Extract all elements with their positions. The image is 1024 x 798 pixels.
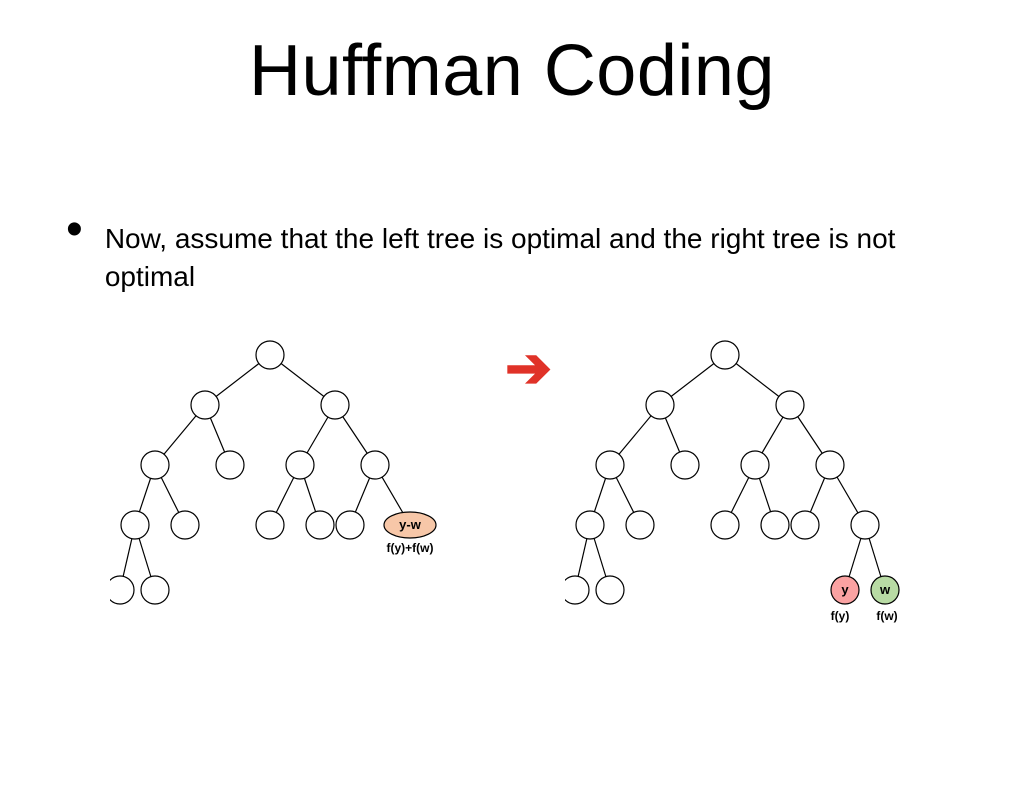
merged-node-label: y-w bbox=[399, 517, 422, 532]
bullet-marker: • bbox=[66, 220, 83, 239]
bullet-text: Now, assume that the left tree is optima… bbox=[105, 220, 964, 296]
right-tree: y f(y) w f(w) bbox=[565, 330, 925, 710]
w-node-sub: f(w) bbox=[876, 609, 897, 623]
merged-node-sub: f(y)+f(w) bbox=[387, 541, 434, 555]
left-tree: y-w f(y)+f(w) bbox=[110, 330, 470, 660]
y-node-label: y bbox=[841, 582, 849, 597]
bullet-item: • Now, assume that the left tree is opti… bbox=[66, 220, 964, 296]
page-title: Huffman Coding bbox=[0, 30, 1024, 112]
arrow-icon: ➔ bbox=[505, 335, 552, 401]
w-node-label: w bbox=[879, 582, 891, 597]
diagram-container: ➔ y-w f(y)+f(w) bbox=[110, 330, 930, 730]
y-node-sub: f(y) bbox=[831, 609, 850, 623]
